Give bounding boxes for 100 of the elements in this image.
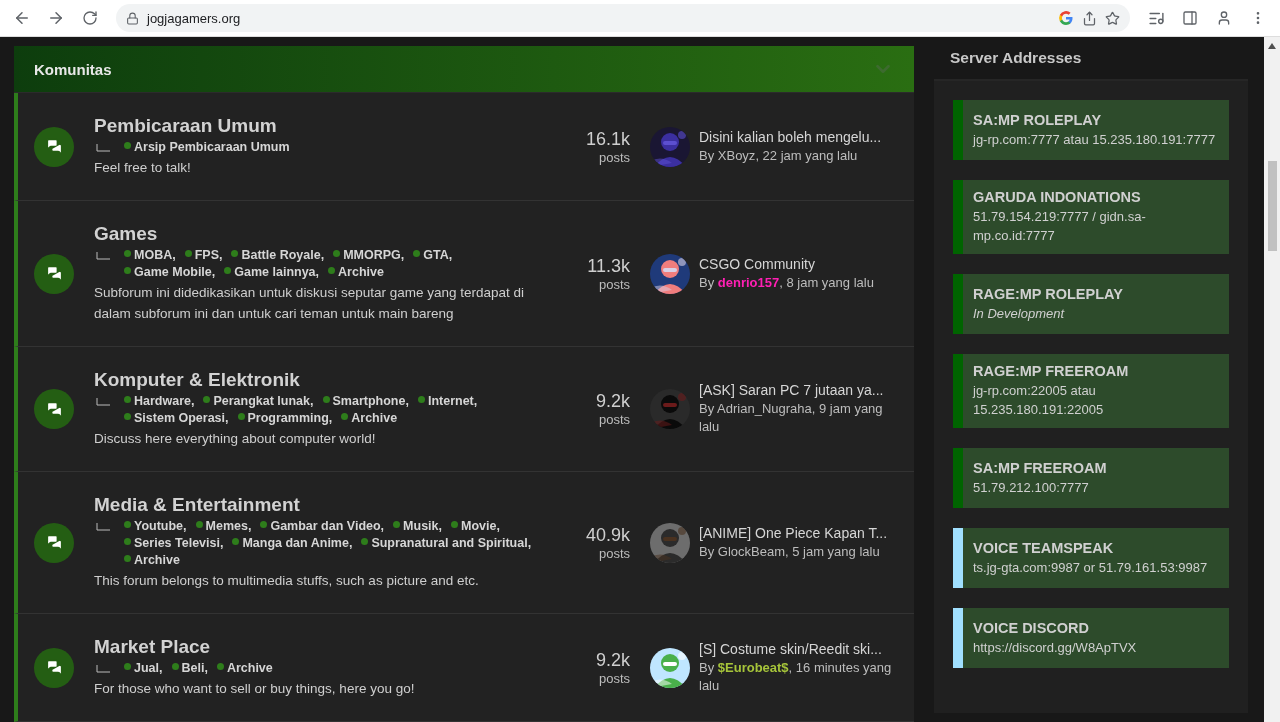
last-post-title[interactable]: [ANIME] One Piece Kapan T... [699,524,900,541]
last-post-title[interactable]: [S] Costume skin/Reedit ski... [699,640,900,657]
scrollbar[interactable] [1264,37,1280,722]
server-address: jg-rp.com:7777 atau 15.235.180.191:7777 [973,130,1217,149]
tree-branch-icon [96,398,110,406]
subforum-link[interactable]: Youtube, [124,519,187,533]
share-icon[interactable] [1082,10,1097,26]
side-panel-icon[interactable] [1182,10,1198,26]
scroll-up-icon[interactable] [1268,43,1276,49]
server-name: SA:MP ROLEPLAY [973,111,1103,128]
server-name: RAGE:MP FREEROAM [973,363,1130,379]
last-post-byline: By GlockBeam, 5 jam yang lalu [699,542,881,561]
server-address: jg-rp.com:22005 atau 15.235.180.191:22005 [973,382,1105,419]
subforum-link[interactable]: Movie, [451,519,500,533]
subforum-link[interactable]: Archive [216,661,273,675]
post-count: 9.2k [595,391,630,412]
post-count: 16.1k [585,128,630,150]
subforum-link[interactable]: FPS, [184,248,223,262]
subforum-link[interactable]: MOBA, [124,248,176,262]
bookmark-star-icon[interactable] [1105,10,1120,26]
server-name: RAGE:MP ROLEPLAY [973,285,1124,302]
back-icon[interactable] [13,9,31,27]
post-count: 9.2k [595,649,630,671]
subforum-link[interactable]: MMORPG, [333,248,405,262]
subforum-link[interactable]: Archive [341,411,398,425]
subforum-link[interactable]: Supranatural and Spiritual, [361,536,532,550]
last-post-title[interactable]: [ASK] Saran PC 7 jutaan ya... [699,382,900,398]
forum-description: Discuss here everything about computer world! [94,430,377,448]
chat-bubbles-icon [34,253,74,294]
post-count-label: posts [598,412,630,427]
forward-icon[interactable] [47,9,65,27]
subforum-link[interactable]: Sistem Operasi, [124,411,229,425]
chat-bubbles-icon [34,389,74,429]
server-address: 51.79.154.219:7777 / gidn.sa-mp.co.id:7777 [973,208,1147,245]
post-count-label: posts [598,276,630,292]
forum-description: Subforum ini didedikasikan untuk diskusi seputar game yang terdapat di dalam subforum ini dan untuk cari teman untuk main bareng [94,284,525,323]
chat-bubbles-icon [34,522,74,563]
subforum-link[interactable]: Game lainnya, [224,265,320,279]
last-post-byline: By $Eurobeat$, 16 minutes yang lalu [699,658,893,695]
scrollbar-thumb[interactable] [1267,161,1277,251]
forum-title[interactable]: Komputer & Elektronik [94,369,548,391]
subforum-link[interactable]: Series Televisi, [124,536,224,550]
last-post-title[interactable]: Disini kalian boleh mengelu... [699,128,900,145]
subforum-link[interactable]: Arsip Pembicaraan Umum [124,140,290,154]
profile-icon[interactable] [1216,10,1232,26]
subforum-link[interactable]: Memes, [195,519,252,533]
forum-description: For those who want to sell or buy things, here you go! [94,680,416,698]
forum-title[interactable]: Media & Entertainment [94,494,548,516]
tree-branch-icon [96,523,110,531]
server-address: https://discord.gg/W8ApTVX [973,638,1138,657]
post-count-label: posts [598,545,630,561]
subforum-link[interactable]: Archive [124,553,180,567]
subforum-link[interactable]: Programming, [237,411,333,425]
subforum-link[interactable]: Archive [328,265,384,279]
post-count: 11.3k [587,255,630,277]
lock-icon [126,11,139,25]
forum-title[interactable]: Pembicaraan Umum [94,115,548,137]
author-link[interactable]: GlockBeam [717,543,785,559]
chat-bubbles-icon [34,647,74,688]
subforum-link[interactable]: Beli, [171,661,208,675]
reload-icon[interactable] [82,10,98,26]
post-count: 40.9k [585,524,630,546]
author-link[interactable]: Adrian_Nugraha [717,401,812,416]
server-address: 51.79.212.100:7777 [973,478,1090,497]
forum-title[interactable]: Games [94,223,548,245]
sidebar-title: Server Addresses [949,48,1083,68]
post-count-label: posts [598,149,630,165]
subforum-link[interactable]: Battle Royale, [231,248,325,262]
last-post-byline: By Adrian_Nugraha, 9 jam yang lalu [699,400,884,436]
last-post-byline: By denrio157, 8 jam yang lalu [699,273,875,292]
forum-description: Feel free to talk! [94,159,192,177]
category-title: Komunitas [34,60,112,78]
subforum-link[interactable]: Musik, [393,519,442,533]
forum-description: This forum belongs to multimedia stuffs, such as picture and etc. [94,572,480,590]
chat-bubbles-icon [34,126,74,167]
tree-branch-icon [96,665,110,673]
subforum-link[interactable]: Game Mobile, [124,265,216,279]
subforum-link[interactable]: Internet, [417,394,478,408]
subforum-link[interactable]: Hardware, [124,394,195,408]
server-name: SA:MP FREEROAM [973,459,1108,476]
server-name: VOICE DISCORD [973,619,1090,636]
server-name: VOICE TEAMSPEAK [973,539,1115,556]
subforum-link[interactable]: Manga dan Anime, [232,536,353,550]
post-count-label: posts [598,670,630,686]
server-name: GARUDA INDONATIONS [973,189,1142,205]
google-icon[interactable] [1058,10,1074,26]
subforum-link[interactable]: Gambar dan Video, [260,519,385,533]
tree-branch-icon [96,144,110,152]
subforum-link[interactable]: GTA, [413,248,453,262]
subforum-link[interactable]: Jual, [124,661,163,675]
last-post-byline: By XBoyz, 22 jam yang lalu [699,146,859,165]
last-post-title[interactable]: CSGO Community [699,255,900,272]
author-link[interactable]: denrio157 [717,274,780,290]
forum-title[interactable]: Market Place [94,636,548,658]
server-status: In Development [973,304,1066,323]
address-bar[interactable]: jogjagamers.org [116,4,1130,32]
subforum-link[interactable]: Smartphone, [322,394,409,408]
author-link[interactable]: $Eurobeat$ [717,659,789,675]
subforum-link[interactable]: Perangkat lunak, [203,394,314,408]
tree-branch-icon [96,252,110,260]
